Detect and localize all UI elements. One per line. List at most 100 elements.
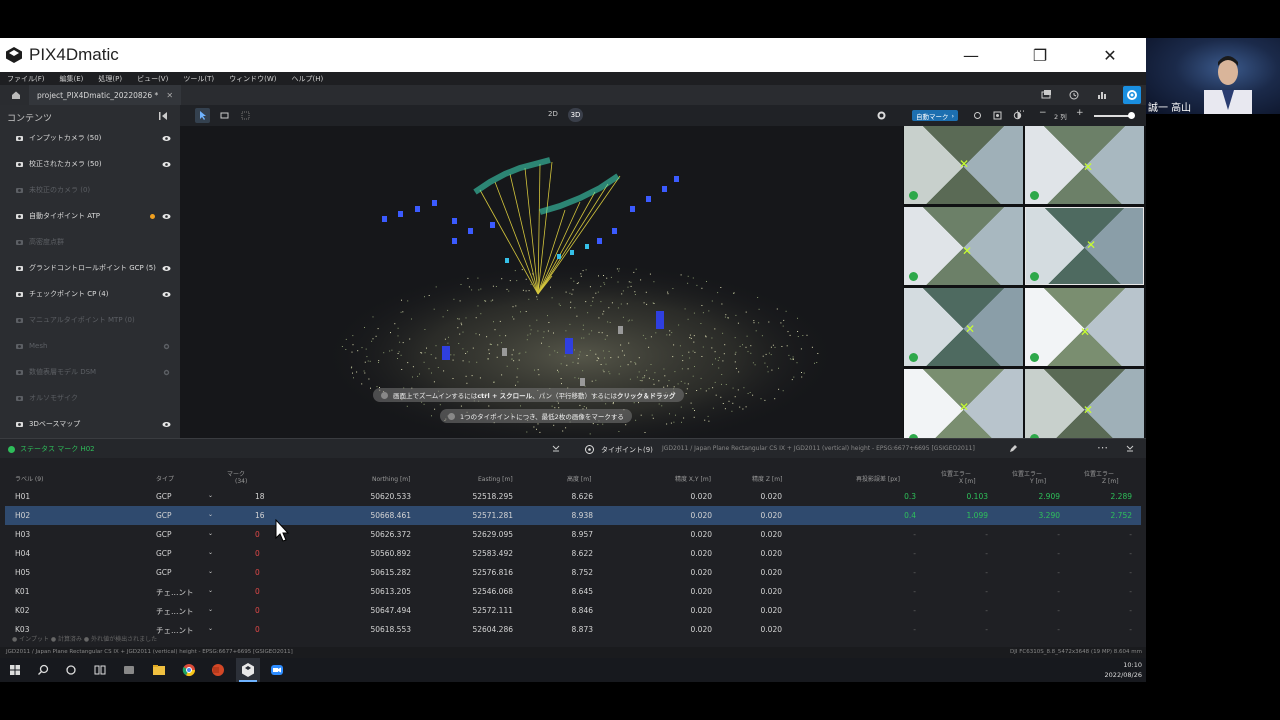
- type-dropdown-chevron-icon[interactable]: ⌄: [208, 549, 213, 556]
- layer-item[interactable]: Mesh: [0, 333, 180, 359]
- table-row[interactable]: K02 チェ…ント 0 50647.494 52572.111 8.846 0.020 0.0…: [5, 601, 1141, 620]
- type-dropdown-chevron-icon[interactable]: ⌄: [208, 606, 213, 613]
- layer-item[interactable]: チェックポイント CP (4): [0, 281, 180, 307]
- type-dropdown-chevron-icon[interactable]: ⌄: [208, 587, 213, 594]
- type-dropdown-chevron-icon[interactable]: ⌄: [208, 530, 213, 537]
- cortana-icon[interactable]: [64, 663, 78, 677]
- layer-item[interactable]: グランドコントロールポイント GCP (5): [0, 255, 180, 281]
- table-row[interactable]: K03 チェ…ント 0 50618.553 52604.286 8.873 0.020 0.0…: [5, 620, 1141, 639]
- col-header-error-z[interactable]: 位置エラー Z [m]: [1084, 471, 1119, 485]
- table-collapse-icon[interactable]: [1125, 444, 1135, 453]
- layer-item[interactable]: 未校正のカメラ (0): [0, 177, 180, 203]
- menu-process[interactable]: 処理(P): [98, 74, 122, 84]
- menu-help[interactable]: ヘルプ(H): [291, 74, 323, 84]
- layer-settings-icon[interactable]: [162, 342, 171, 351]
- col-header-type[interactable]: タイプ: [156, 476, 174, 483]
- visibility-eye-icon[interactable]: [162, 212, 171, 221]
- image-thumbnail[interactable]: ✕: [904, 126, 1023, 204]
- restore-button[interactable]: ❐: [1017, 38, 1063, 72]
- menu-window[interactable]: ウィンドウ(W): [229, 74, 276, 84]
- tab-close-icon[interactable]: ✕: [166, 91, 173, 100]
- visibility-eye-icon[interactable]: [162, 264, 171, 273]
- type-dropdown-chevron-icon[interactable]: ⌄: [208, 625, 213, 632]
- layer-item[interactable]: 自動タイポイント ATP: [0, 203, 180, 229]
- col-header-northing[interactable]: Northing [m]: [372, 476, 411, 483]
- type-dropdown-chevron-icon[interactable]: ⌄: [208, 492, 213, 499]
- slider-handle[interactable]: [1128, 112, 1135, 119]
- layer-item[interactable]: インプットカメラ (50): [0, 125, 180, 151]
- col-header-error-y[interactable]: 位置エラー Y [m]: [1012, 471, 1046, 485]
- type-dropdown-chevron-icon[interactable]: ⌄: [208, 568, 213, 575]
- table-more-icon[interactable]: ⋯: [1097, 441, 1108, 454]
- close-button[interactable]: ✕: [1087, 38, 1133, 72]
- menu-tools[interactable]: ツール(T): [183, 74, 214, 84]
- layer-item[interactable]: 校正されたカメラ (50): [0, 151, 180, 177]
- image-thumbnail[interactable]: ✕: [904, 207, 1023, 285]
- windows-start-icon[interactable]: [8, 663, 22, 677]
- table-row[interactable]: K01 チェ…ント 0 50613.205 52546.068 8.645 0.020 0.0…: [5, 582, 1141, 601]
- home-icon[interactable]: [9, 88, 23, 102]
- type-dropdown-chevron-icon[interactable]: ⌄: [208, 511, 213, 518]
- image-thumbnail[interactable]: ✕: [1025, 369, 1144, 438]
- edit-pencil-icon[interactable]: [1009, 444, 1018, 453]
- auto-mark-button[interactable]: 自動マーク ›: [912, 110, 959, 121]
- collapse-down-icon[interactable]: [551, 444, 561, 453]
- table-row[interactable]: H02 GCP 16 50668.461 52571.281 8.938 0.020 0.02…: [5, 506, 1141, 525]
- visibility-eye-icon[interactable]: [162, 134, 171, 143]
- file-explorer-icon[interactable]: [152, 663, 166, 677]
- layer-item[interactable]: マニュアルタイポイント MTP (0): [0, 307, 180, 333]
- chrome-icon[interactable]: [182, 663, 196, 677]
- zoom-out-button[interactable]: −: [1039, 108, 1047, 118]
- layer-settings-icon[interactable]: [162, 368, 171, 377]
- image-thumbnail[interactable]: ✕: [1025, 126, 1144, 204]
- image-thumbnail[interactable]: ✕: [904, 369, 1023, 438]
- table-row[interactable]: H05 GCP 0 50615.282 52576.816 8.752 0.020 0.020…: [5, 563, 1141, 582]
- view-3d-button[interactable]: 3D: [568, 108, 583, 122]
- marker-tool-icon[interactable]: [973, 111, 982, 120]
- pix4d-taskbar-button[interactable]: [236, 658, 260, 682]
- layer-item[interactable]: 3Dベースマップ: [0, 411, 180, 437]
- table-row[interactable]: H04 GCP 0 50560.892 52583.492 8.622 0.020 0.020…: [5, 544, 1141, 563]
- rectangle-select-icon[interactable]: [220, 111, 229, 120]
- col-header-accuracy-xy[interactable]: 精度 X,Y [m]: [675, 476, 711, 483]
- col-header-label[interactable]: ラベル (9): [15, 476, 43, 483]
- table-row[interactable]: H03 GCP 0 50626.372 52629.095 8.957 0.020 0.020…: [5, 525, 1141, 544]
- image-thumbnail[interactable]: ✕: [1025, 207, 1144, 285]
- tab-project[interactable]: project_PIX4Dmatic_20220826 * ✕: [29, 85, 182, 105]
- select-tool-button[interactable]: [195, 108, 210, 123]
- search-icon[interactable]: [36, 663, 50, 677]
- col-header-accuracy-z[interactable]: 精度 Z [m]: [752, 476, 782, 483]
- app-icon-1[interactable]: [122, 663, 136, 677]
- thumbnail-zoom-slider[interactable]: [1094, 112, 1135, 119]
- layer-item[interactable]: オルソモザイク: [0, 385, 180, 411]
- menu-view[interactable]: ビュー(V): [137, 74, 168, 84]
- chart-icon[interactable]: [1095, 88, 1109, 102]
- image-thumbnail[interactable]: ✕: [904, 288, 1023, 366]
- viewport-settings-icon[interactable]: [876, 110, 887, 121]
- layers-icon[interactable]: [1039, 88, 1053, 102]
- col-header-mark[interactable]: マーク (34): [227, 471, 247, 485]
- menu-file[interactable]: ファイル(F): [7, 74, 45, 84]
- col-header-reprojection[interactable]: 再投影誤差 [px]: [856, 476, 900, 483]
- history-icon[interactable]: [1067, 88, 1081, 102]
- visibility-eye-icon[interactable]: [162, 290, 171, 299]
- target-icon[interactable]: [993, 111, 1002, 120]
- zoom-in-button[interactable]: +: [1076, 108, 1084, 118]
- columns-selector[interactable]: 2 列: [1054, 111, 1067, 121]
- col-header-altitude[interactable]: 高度 [m]: [567, 476, 591, 483]
- zoom-app-icon[interactable]: [270, 663, 284, 677]
- layer-item[interactable]: 数値表層モデル DSM: [0, 359, 180, 385]
- view-2d-button[interactable]: 2D: [548, 110, 558, 118]
- visibility-eye-icon[interactable]: [162, 420, 171, 429]
- powerpoint-icon[interactable]: [211, 663, 225, 677]
- table-row[interactable]: H01 GCP 18 50620.533 52518.295 8.626 0.020 0.02…: [5, 487, 1141, 506]
- image-thumbnail[interactable]: ✕: [1025, 288, 1144, 366]
- task-view-icon[interactable]: [93, 663, 107, 677]
- minimize-button[interactable]: —: [948, 38, 994, 72]
- collapse-panel-icon[interactable]: [158, 111, 168, 121]
- more-options-icon[interactable]: ⋯: [1016, 107, 1025, 117]
- visibility-eye-icon[interactable]: [162, 160, 171, 169]
- col-header-easting[interactable]: Easting [m]: [478, 476, 513, 483]
- layer-item[interactable]: 高密度点群: [0, 229, 180, 255]
- menu-edit[interactable]: 編集(E): [60, 74, 84, 84]
